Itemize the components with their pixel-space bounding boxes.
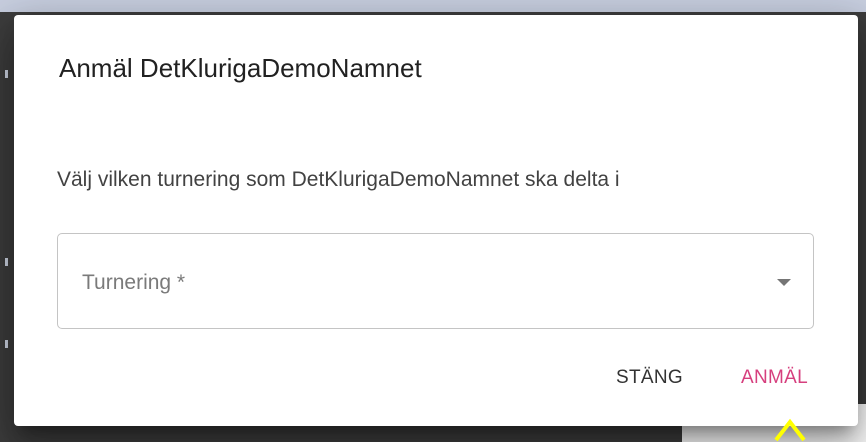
close-button[interactable]: STÄNG <box>616 367 683 389</box>
background-edge-mark <box>5 70 8 78</box>
background-edge-mark <box>5 340 8 348</box>
arrow-drop-down-icon[interactable] <box>777 279 791 286</box>
background-edge-mark <box>5 258 8 266</box>
tournament-select[interactable]: Turnering * <box>57 233 814 329</box>
registration-dialog: Anmäl DetKlurigaDemoNamnet Välj vilken t… <box>14 15 858 426</box>
dialog-description: Välj vilken turnering som DetKlurigaDemo… <box>57 168 620 191</box>
tournament-select-label: Turnering * <box>82 271 186 294</box>
register-button[interactable]: ANMÄL <box>741 367 808 389</box>
background-header-strip <box>0 0 866 12</box>
pointer-arrow-icon <box>774 418 806 442</box>
dialog-title: Anmäl DetKlurigaDemoNamnet <box>59 53 422 83</box>
